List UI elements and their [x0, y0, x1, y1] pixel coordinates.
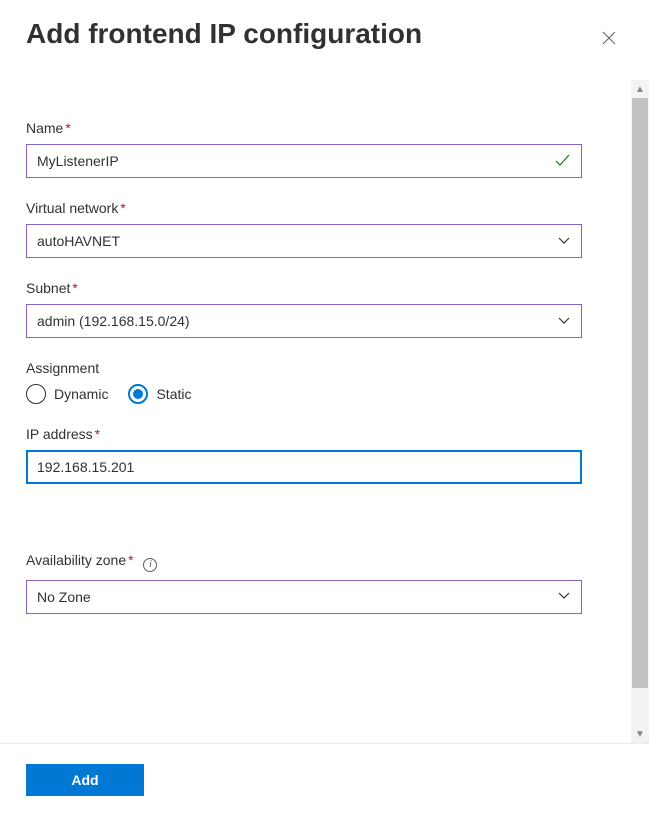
vnet-select[interactable]: autoHAVNET: [26, 224, 582, 258]
assignment-radio-static[interactable]: Static: [128, 384, 191, 404]
required-marker: *: [72, 280, 77, 296]
vnet-label: Virtual network*: [26, 200, 582, 216]
subnet-select[interactable]: admin (192.168.15.0/24): [26, 304, 582, 338]
name-input[interactable]: MyListenerIP: [26, 144, 582, 178]
required-marker: *: [65, 120, 70, 136]
ip-label: IP address*: [26, 426, 582, 442]
radio-label: Dynamic: [54, 386, 108, 402]
ip-address-input-value: 192.168.15.201: [37, 459, 571, 475]
availability-zone-select[interactable]: No Zone: [26, 580, 582, 614]
scrollbar-track[interactable]: ▲ ▼: [631, 80, 649, 743]
radio-label: Static: [156, 386, 191, 402]
availability-zone-select-value: No Zone: [37, 589, 557, 605]
close-icon: [601, 30, 617, 46]
assignment-label: Assignment: [26, 360, 582, 376]
footer: Add: [0, 743, 649, 829]
assignment-radio-dynamic[interactable]: Dynamic: [26, 384, 108, 404]
required-marker: *: [128, 552, 133, 568]
info-icon[interactable]: i: [143, 558, 157, 572]
page-title: Add frontend IP configuration: [26, 18, 422, 50]
chevron-down-icon: [557, 313, 571, 330]
availability-zone-label: Availability zone* i: [26, 552, 582, 572]
checkmark-icon: [553, 151, 571, 172]
scrollbar-thumb[interactable]: [632, 98, 648, 688]
required-marker: *: [120, 200, 125, 216]
vnet-select-value: autoHAVNET: [37, 233, 557, 249]
close-button[interactable]: [595, 24, 623, 52]
assignment-radio-group: Dynamic Static: [26, 384, 582, 404]
chevron-down-icon: [557, 233, 571, 250]
subnet-select-value: admin (192.168.15.0/24): [37, 313, 557, 329]
scroll-down-arrow-icon[interactable]: ▼: [631, 725, 649, 743]
name-label: Name*: [26, 120, 582, 136]
subnet-label: Subnet*: [26, 280, 582, 296]
ip-address-input[interactable]: 192.168.15.201: [26, 450, 582, 484]
name-input-value: MyListenerIP: [37, 153, 553, 169]
chevron-down-icon: [557, 588, 571, 605]
add-button[interactable]: Add: [26, 764, 144, 796]
required-marker: *: [95, 426, 100, 442]
scroll-up-arrow-icon[interactable]: ▲: [631, 80, 649, 98]
form-scroll-area: Name* MyListenerIP Virtual network* auto…: [0, 80, 649, 743]
radio-icon: [128, 384, 148, 404]
radio-icon: [26, 384, 46, 404]
